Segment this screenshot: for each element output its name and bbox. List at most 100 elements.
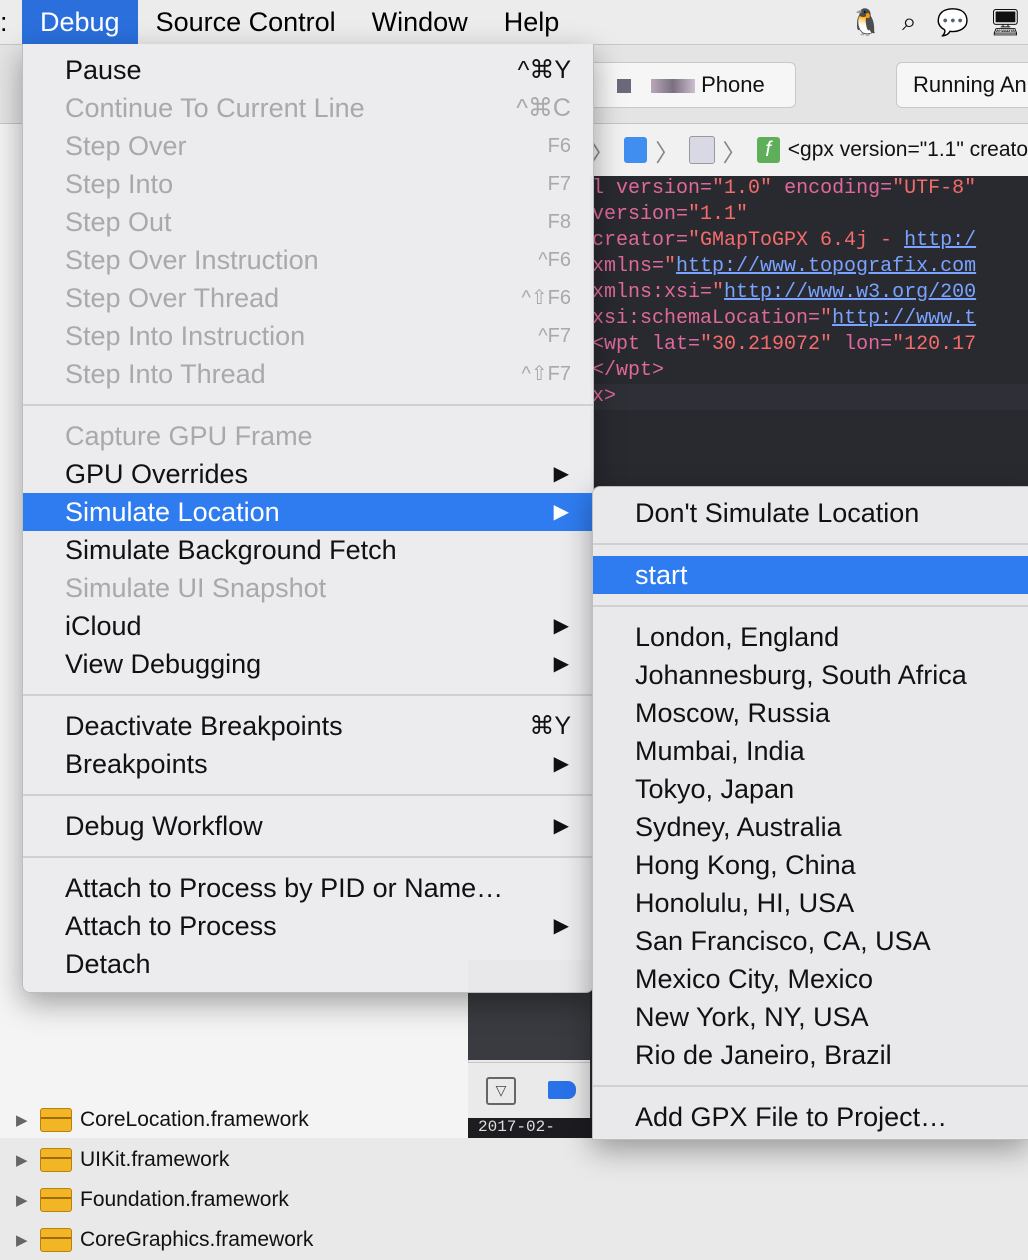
code-line[interactable]: xmlns:xsi="http://www.w3.org/200 [590,280,1028,306]
code-line[interactable]: x> [590,384,1028,410]
location-item-tokyo[interactable]: Tokyo, Japan [593,770,1028,808]
display-icon[interactable]: 🖥 [989,7,1022,38]
submenu-arrow-icon: ▶ [553,815,569,837]
nav-row-uikit[interactable]: ▶ UIKit.framework [16,1140,229,1180]
framework-icon [40,1228,72,1252]
code-token: encoding= [784,177,893,200]
disclosure-triangle-icon[interactable]: ▶ [16,1231,30,1249]
nav-row-corelocation[interactable]: ▶ CoreLocation.framework [16,1100,309,1140]
menu-item-icloud[interactable]: iCloud ▶ [23,607,593,645]
submenu-item-dont-simulate[interactable]: Don't Simulate Location [593,494,1028,532]
location-item-london[interactable]: London, England [593,618,1028,656]
location-item-san-francisco[interactable]: San Francisco, CA, USA [593,922,1028,960]
submenu-arrow-icon: ▶ [553,501,569,523]
location-item-hong-kong[interactable]: Hong Kong, China [593,846,1028,884]
menu-bar-clipped-item[interactable]: : [0,7,22,38]
location-item-moscow[interactable]: Moscow, Russia [593,694,1028,732]
disclosure-triangle-icon[interactable]: ▶ [16,1151,30,1169]
breakpoints-toggle-icon[interactable] [548,1081,576,1099]
menu-window[interactable]: Window [354,0,486,44]
code-token: http://www.w3.org/200 [724,281,977,304]
hide-debug-area-icon[interactable]: ▽ [486,1077,516,1105]
code-token: "GMapToGPX 6.4j - [688,229,905,252]
menu-item-step-out[interactable]: Step Out F8 [23,203,593,241]
disclosure-triangle-icon[interactable]: ▶ [16,1191,30,1209]
menu-debug[interactable]: Debug [22,0,138,44]
menu-item-step-into[interactable]: Step Into F7 [23,165,593,203]
nav-row-foundation[interactable]: ▶ Foundation.framework [16,1180,289,1220]
menu-item-simulate-location[interactable]: Simulate Location ▶ [23,493,593,531]
menu-item-continue-to-current-line[interactable]: Continue To Current Line ^⌘C [23,89,593,127]
menu-item-attach-by-pid[interactable]: Attach to Process by PID or Name… [23,869,593,907]
menu-item-pause[interactable]: Pause ^⌘Y [23,51,593,89]
menu-item-simulate-background-fetch[interactable]: Simulate Background Fetch [23,531,593,569]
menu-item-breakpoints[interactable]: Breakpoints ▶ [23,745,593,783]
code-line[interactable]: l version="1.0" encoding="UTF-8" [590,176,1028,202]
status-icons: 🐧 ⌕ 💬 🖥 [850,0,1028,44]
menu-item-capture-gpu-frame[interactable]: Capture GPU Frame [23,417,593,455]
qq-icon[interactable]: 🐧 [850,7,882,38]
simulate-location-submenu: Don't Simulate Location start London, En… [592,486,1028,1140]
code-line[interactable]: </wpt> [590,358,1028,384]
menu-source-control[interactable]: Source Control [138,0,354,44]
menu-separator [593,1085,1028,1087]
menu-item-simulate-ui-snapshot[interactable]: Simulate UI Snapshot [23,569,593,607]
submenu-arrow-icon: ▶ [553,915,569,937]
function-icon[interactable]: f [756,137,780,163]
debug-menu: Pause ^⌘Y Continue To Current Line ^⌘C Ste… [22,44,594,993]
location-item-new-york[interactable]: New York, NY, USA [593,998,1028,1036]
scheme-device-selector[interactable]: Phone [580,62,796,108]
chevron-right-icon: 〉 [655,139,680,167]
location-item-mumbai[interactable]: Mumbai, India [593,732,1028,770]
code-line[interactable]: version="1.1" [590,202,1028,228]
submenu-item-add-gpx[interactable]: Add GPX File to Project… [593,1098,1028,1136]
menu-item-step-over-thread[interactable]: Step Over Thread ^⇧F6 [23,279,593,317]
file-icon[interactable] [689,136,715,164]
location-item-rio-de-janeiro[interactable]: Rio de Janeiro, Brazil [593,1036,1028,1074]
framework-icon [40,1148,72,1172]
wechat-icon[interactable]: 💬 [937,7,969,38]
code-token: http://www.t [832,307,977,330]
code-line[interactable]: xsi:schemaLocation="http://www.t [590,306,1028,332]
jump-bar-symbol[interactable]: <gpx version="1.1" creato [788,138,1028,162]
jump-bar: 〉 〉 〉 f <gpx version="1.1" creato [590,124,1028,177]
menu-item-view-debugging[interactable]: View Debugging ▶ [23,645,593,683]
menu-item-deactivate-breakpoints[interactable]: Deactivate Breakpoints ⌘Y [23,707,593,745]
menu-separator [23,694,593,696]
nav-row-coregraphics[interactable]: ▶ CoreGraphics.framework [16,1220,313,1260]
menu-item-debug-workflow[interactable]: Debug Workflow ▶ [23,807,593,845]
code-line[interactable]: creator="GMapToGPX 6.4j - http:/ [590,228,1028,254]
nav-row-label: Foundation.framework [80,1188,289,1211]
code-line[interactable]: xmlns="http://www.topografix.com [590,254,1028,280]
menu-separator [593,543,1028,545]
submenu-arrow-icon: ▶ [553,463,569,485]
menu-help[interactable]: Help [486,0,578,44]
menu-item-gpu-overrides[interactable]: GPU Overrides ▶ [23,455,593,493]
menu-item-step-over-instruction[interactable]: Step Over Instruction ^F6 [23,241,593,279]
code-token: version= [592,203,689,226]
activity-status: Running An [896,62,1028,108]
console-output: 2017-02- [468,1118,600,1138]
menu-item-detach[interactable]: Detach [23,945,593,983]
code-token: http:/ [904,229,977,252]
code-line[interactable]: <wpt lat="30.219072" lon="120.17 [590,332,1028,358]
location-item-sydney[interactable]: Sydney, Australia [593,808,1028,846]
menu-item-step-into-instruction[interactable]: Step Into Instruction ^F7 [23,317,593,355]
disclosure-triangle-icon[interactable]: ▶ [16,1111,30,1129]
location-item-honolulu[interactable]: Honolulu, HI, USA [593,884,1028,922]
location-item-johannesburg[interactable]: Johannesburg, South Africa [593,656,1028,694]
submenu-item-start[interactable]: start [593,556,1028,594]
menu-item-step-into-thread[interactable]: Step Into Thread ^⇧F7 [23,355,593,393]
app-icon[interactable] [624,137,648,163]
menu-item-attach-to-process[interactable]: Attach to Process ▶ [23,907,593,945]
menu-separator [23,794,593,796]
code-token: xsi:schemaLocation= [592,307,821,330]
menu-separator [23,404,593,406]
location-item-mexico-city[interactable]: Mexico City, Mexico [593,960,1028,998]
search-icon[interactable]: ⌕ [902,6,917,38]
menu-item-step-over[interactable]: Step Over F6 [23,127,593,165]
submenu-arrow-icon: ▶ [553,753,569,775]
code-token: "30.219072" [700,333,833,356]
code-token: <wpt [592,333,653,356]
